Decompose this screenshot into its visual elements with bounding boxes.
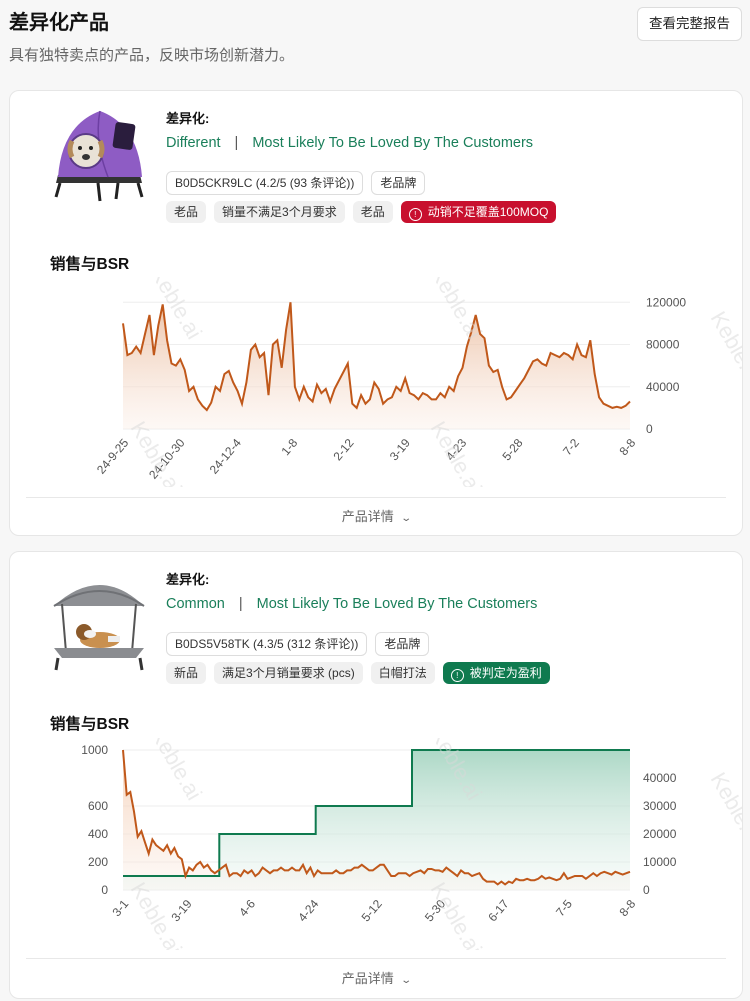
tag: 老品 (352, 201, 393, 223)
status-badge: ! 动销不足覆盖100MOQ (400, 201, 557, 223)
y-tick-label: 80000 (646, 338, 680, 352)
tag: 销量不满足3个月要求 (214, 201, 345, 223)
tagline: Common | Most Likely To Be Loved By The Cu… (166, 596, 537, 612)
separator: | (238, 596, 243, 612)
asin-rating-chip[interactable]: B0D5CKR9LC (4.2/5 (93 条评论)) (166, 171, 364, 195)
page-subtitle: 具有独特卖点的产品，反映市场创新潜力。 (9, 47, 295, 64)
x-tick-label: 8-8 (616, 897, 638, 920)
brand-tag: 老品牌 (375, 632, 430, 656)
chart-title: 销售与BSR (50, 256, 130, 273)
x-tick-label: 4-6 (236, 897, 258, 920)
sales-bsr-chart: 12000080000400000 24-9-25 24-10-30 24-12-4… (94, 277, 742, 487)
x-tick-label: 5-12 (359, 897, 385, 925)
watermark: Keble.ai (146, 277, 207, 343)
y-tick-label: 1000 (81, 743, 108, 757)
details-label[interactable]: 产品详情 (342, 509, 394, 524)
watermark: Keble.ai (146, 738, 207, 804)
brand-tag: 老品牌 (371, 171, 426, 195)
x-tick-label: 1-8 (278, 436, 300, 459)
chevron-down-icon[interactable]: ⌄ (400, 961, 412, 1001)
status-text: 被判定为盈利 (469, 666, 542, 680)
tag: 满足3个月销量要求 (pcs) (214, 662, 363, 684)
y-tick-label: 200 (88, 855, 108, 869)
y-tick-label: 0 (101, 883, 108, 897)
y2-tick-label: 40000 (643, 771, 677, 785)
x-tick-label: 6-17 (485, 897, 511, 925)
product-details-toggle[interactable]: 产品详情 ⌄ (26, 497, 726, 536)
info-icon: ! (450, 669, 464, 682)
x-tick-label: 24-12-4 (207, 436, 245, 477)
product-meta-row: B0DS5V58TK (4.3/5 (312 条评论)) 老品牌 (166, 632, 430, 656)
product-card: 差异化: Different | Most Likely To Be Loved B… (9, 90, 743, 536)
x-tick-label: 3-1 (109, 897, 131, 920)
page-header: 差异化产品 具有独特卖点的产品，反映市场创新潜力。 查看完整报告 (0, 0, 750, 80)
product-tags-row: 老品 销量不满足3个月要求 老品 ! 动销不足覆盖100MOQ (166, 201, 557, 223)
differentiation-label: 差异化: (166, 111, 210, 126)
x-tick-label: 5-28 (499, 436, 525, 464)
tagline-text: Most Likely To Be Loved By The Customers (252, 135, 534, 151)
separator: | (234, 135, 239, 151)
y2-tick-label: 30000 (643, 799, 677, 813)
asin-rating-chip[interactable]: B0DS5V58TK (4.3/5 (312 条评论)) (166, 632, 368, 656)
y2-tick-label: 10000 (643, 855, 677, 869)
product-card: 差异化: Common | Most Likely To Be Loved By T… (9, 551, 743, 999)
x-tick-label: 2-12 (330, 436, 356, 464)
tagline: Different | Most Likely To Be Loved By The… (166, 135, 533, 151)
differentiation-type: Different (166, 135, 221, 151)
status-badge: ! 被判定为盈利 (442, 662, 550, 684)
tagline-text: Most Likely To Be Loved By The Customers (256, 596, 538, 612)
x-tick-label: 7-5 (553, 897, 575, 920)
y-tick-label: 400 (88, 827, 108, 841)
product-tags-row: 新品 满足3个月销量要求 (pcs) 白帽打法 ! 被判定为盈利 (166, 662, 550, 684)
x-tick-label: 7-2 (560, 436, 582, 459)
tag: 老品 (166, 201, 207, 223)
canopy-pet-cot-icon[interactable] (48, 562, 150, 672)
product-meta-row: B0D5CKR9LC (4.2/5 (93 条评论)) 老品牌 (166, 171, 426, 195)
product-details-toggle[interactable]: 产品详情 ⌄ (26, 958, 726, 999)
info-icon: ! (408, 208, 422, 221)
x-tick-label: 3-19 (387, 436, 413, 464)
differentiation-type: Common (166, 596, 225, 612)
tag: 新品 (166, 662, 207, 684)
x-tick-label: 24-9-25 (94, 436, 132, 477)
watermark: Keble.ai (426, 277, 487, 343)
watermark: Keble.ai (706, 768, 742, 849)
y-tick-label: 600 (88, 799, 108, 813)
x-tick-label: 8-8 (616, 436, 638, 459)
y-tick-label: 0 (646, 422, 653, 436)
details-label[interactable]: 产品详情 (342, 971, 394, 986)
sales-bsr-chart: 10006004002000400003000020000100000 3-1 3… (81, 738, 742, 950)
y2-tick-label: 20000 (643, 827, 677, 841)
watermark: Keble.ai (706, 307, 742, 388)
tag: 白帽打法 (370, 662, 435, 684)
pet-tent-bed-icon[interactable] (48, 101, 150, 211)
x-tick-label: 4-24 (295, 897, 321, 925)
chevron-down-icon[interactable]: ⌄ (400, 500, 412, 538)
status-text: 动销不足覆盖100MOQ (427, 205, 549, 219)
y2-tick-label: 0 (643, 883, 650, 897)
view-full-report-button[interactable]: 查看完整报告 (637, 7, 742, 41)
y-tick-label: 40000 (646, 380, 680, 394)
y-tick-label: 120000 (646, 295, 686, 309)
page-title: 差异化产品 (9, 12, 109, 34)
chart-title: 销售与BSR (50, 716, 130, 733)
differentiation-label: 差异化: (166, 572, 210, 587)
